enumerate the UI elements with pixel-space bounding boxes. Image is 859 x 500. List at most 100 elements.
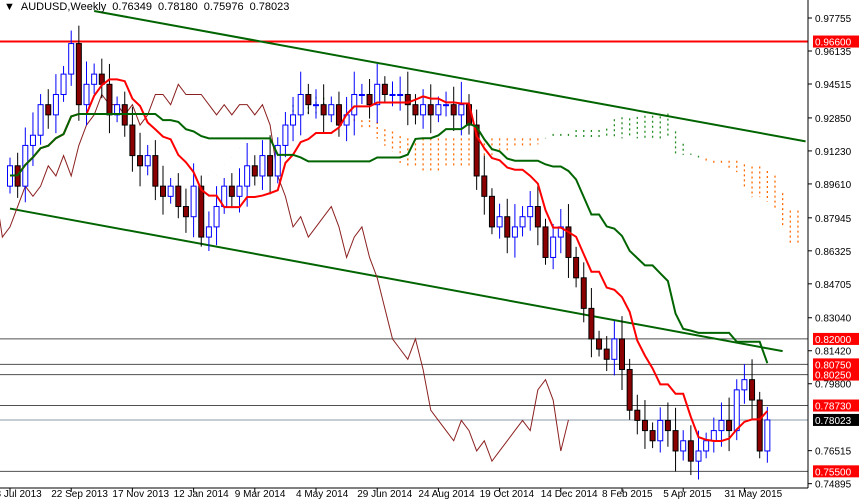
candle-body xyxy=(29,134,36,146)
y-tick-label: 0.97755 xyxy=(815,14,852,25)
candle-body xyxy=(733,389,740,432)
candle-body xyxy=(129,124,136,157)
y-tick-label: 0.83040 xyxy=(815,314,852,325)
x-tick-label: 4 May 2014 xyxy=(296,489,349,500)
candle-body xyxy=(389,93,396,96)
chart-window: ▼ AUDUSD,Weekly 0.76349 0.78180 0.75976 … xyxy=(0,0,859,500)
price-chart[interactable]: 0.97755 0.96135 0.94515 0.92850 0.91230 0.896… xyxy=(0,0,859,500)
candle-body xyxy=(313,104,319,107)
candle-body xyxy=(144,155,151,167)
candle-body xyxy=(741,379,748,391)
candle-body xyxy=(137,155,144,167)
level-price-label: 0.75500 xyxy=(815,467,852,478)
x-tick-label: 14 Dec 2014 xyxy=(541,489,598,500)
candle-body xyxy=(664,419,671,432)
candle-body xyxy=(205,226,212,238)
candle-body xyxy=(358,93,365,96)
candle-body xyxy=(519,216,526,228)
high-value: 0.78180 xyxy=(158,1,198,13)
candle-body xyxy=(328,104,335,116)
candle-body xyxy=(443,104,450,107)
candle-body xyxy=(190,185,197,218)
x-tick-label: 19 Oct 2014 xyxy=(480,489,535,500)
level-price-label: 0.96600 xyxy=(815,38,852,49)
candle-body xyxy=(695,450,702,462)
candle-body xyxy=(228,185,235,197)
candle-body xyxy=(764,419,771,452)
low-value: 0.75976 xyxy=(203,1,244,13)
candle-body xyxy=(680,440,687,452)
candle-body xyxy=(588,307,595,340)
triangle-down-icon[interactable]: ▼ xyxy=(4,1,15,13)
candle-body xyxy=(550,236,557,258)
candle-body xyxy=(305,93,312,106)
candle-body xyxy=(420,104,427,116)
candle-body xyxy=(106,83,113,116)
candle-body xyxy=(297,93,304,116)
y-tick-label: 0.81420 xyxy=(815,347,852,358)
candle-body xyxy=(672,430,679,452)
y-tick-label: 0.86325 xyxy=(815,247,852,258)
x-tick-label: 31 May 2015 xyxy=(724,489,782,500)
candle-body xyxy=(259,155,266,177)
candle-body xyxy=(496,216,503,228)
candle-body xyxy=(573,256,580,279)
symbol-label: AUDUSD,Weekly xyxy=(20,1,107,13)
y-tick-label: 0.74895 xyxy=(815,480,852,491)
candle-body xyxy=(619,338,625,370)
x-tick-label: 8 Feb 2015 xyxy=(602,489,653,500)
candle-body xyxy=(450,104,457,116)
candle-body xyxy=(756,399,763,452)
candle-body xyxy=(626,368,633,411)
y-tick-label: 0.84705 xyxy=(815,280,852,291)
candle-body xyxy=(749,379,756,401)
candle-body xyxy=(703,440,710,452)
x-tick-label: 29 Jun 2014 xyxy=(357,489,412,500)
candle-body xyxy=(251,165,258,177)
open-value: 0.76349 xyxy=(112,1,153,13)
candle-body xyxy=(198,185,205,238)
y-tick-label: 0.94515 xyxy=(815,80,852,91)
candle-body xyxy=(267,155,274,177)
x-tick-label: 28 Jul 2013 xyxy=(0,489,42,500)
candle-body xyxy=(182,206,189,218)
candle-body xyxy=(596,338,603,350)
candle-body xyxy=(726,419,733,432)
level-price-label: 0.78730 xyxy=(815,402,852,413)
candle-body xyxy=(320,104,327,116)
candle-body xyxy=(458,104,465,116)
candle-body xyxy=(335,104,342,126)
y-tick-label: 0.91230 xyxy=(815,147,852,158)
candle-body xyxy=(68,43,75,75)
candle-body xyxy=(213,206,220,228)
candle-body xyxy=(687,440,694,462)
y-tick-label: 0.92850 xyxy=(815,114,852,125)
candle-body xyxy=(52,93,59,116)
x-tick-label: 24 Aug 2014 xyxy=(418,489,475,500)
candle-body xyxy=(366,93,373,106)
candle-body xyxy=(381,83,388,95)
x-tick-label: 5 Apr 2015 xyxy=(663,489,712,500)
candle-body xyxy=(657,419,664,442)
candle-body xyxy=(75,43,82,106)
candle-body xyxy=(175,185,182,208)
kijun-sen-line xyxy=(9,112,769,364)
candle-body xyxy=(167,185,174,197)
candle-body xyxy=(504,216,511,238)
y-tick-label: 0.96135 xyxy=(815,47,852,58)
candle-body xyxy=(527,206,534,218)
candle-body xyxy=(710,430,717,442)
candle-body xyxy=(83,83,90,106)
candle-body xyxy=(534,206,541,228)
y-tick-label: 0.89610 xyxy=(815,180,852,191)
candle-body xyxy=(542,226,549,258)
y-tick-label: 0.87945 xyxy=(815,214,852,225)
candle-body xyxy=(718,419,725,432)
candle-body xyxy=(580,277,587,309)
candle-body xyxy=(427,104,434,116)
level-price-label: 0.78023 xyxy=(815,416,852,427)
candle-body xyxy=(290,114,297,126)
close-value: 0.78023 xyxy=(249,1,290,13)
x-tick-label: 9 Mar 2014 xyxy=(235,489,286,500)
candle-body xyxy=(282,124,289,146)
